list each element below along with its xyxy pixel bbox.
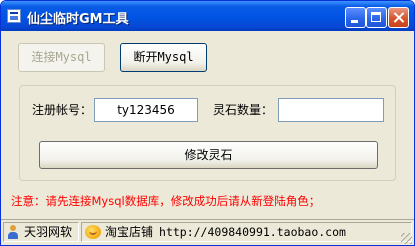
shop-url-link[interactable]: http://409840991.taobao.com	[159, 225, 346, 239]
account-input[interactable]: ty123456	[94, 98, 198, 122]
connect-mysql-button[interactable]: 连接Mysql	[18, 43, 105, 72]
stone-amount-label: 灵石数量：	[213, 103, 274, 117]
maximize-button[interactable]	[366, 7, 387, 28]
status-panel-shop[interactable]: 淘宝店铺 http://409840991.taobao.com	[81, 222, 412, 242]
minimize-button[interactable]	[345, 7, 366, 28]
shop-text: 淘宝店铺 http://409840991.taobao.com	[105, 223, 346, 241]
status-panel-author: 天羽网软	[3, 222, 79, 242]
notice-text: 注意：请先连接Mysql数据库，修改成功后请从新登陆角色；	[11, 194, 321, 208]
shop-label: 淘宝店铺	[105, 225, 154, 239]
stone-amount-input[interactable]	[278, 98, 384, 122]
app-icon	[7, 9, 21, 23]
author-label: 天羽网软	[24, 225, 73, 239]
app-window: 仙尘临时GM工具 连接Mysql 断开Mysql 注册帐号： ty123456 …	[0, 0, 415, 246]
close-button[interactable]	[388, 7, 409, 28]
title-bar[interactable]: 仙尘临时GM工具	[1, 1, 414, 31]
window-title: 仙尘临时GM工具	[27, 12, 129, 27]
status-bar: 天羽网软 淘宝店铺 http://409840991.taobao.com	[1, 219, 414, 245]
disconnect-mysql-button[interactable]: 断开Mysql	[120, 43, 207, 72]
resize-grip[interactable]	[401, 233, 412, 244]
taobao-icon	[85, 225, 101, 239]
person-icon	[7, 225, 19, 239]
account-label: 注册帐号：	[32, 103, 93, 117]
modify-stone-button[interactable]: 修改灵石	[39, 141, 378, 169]
